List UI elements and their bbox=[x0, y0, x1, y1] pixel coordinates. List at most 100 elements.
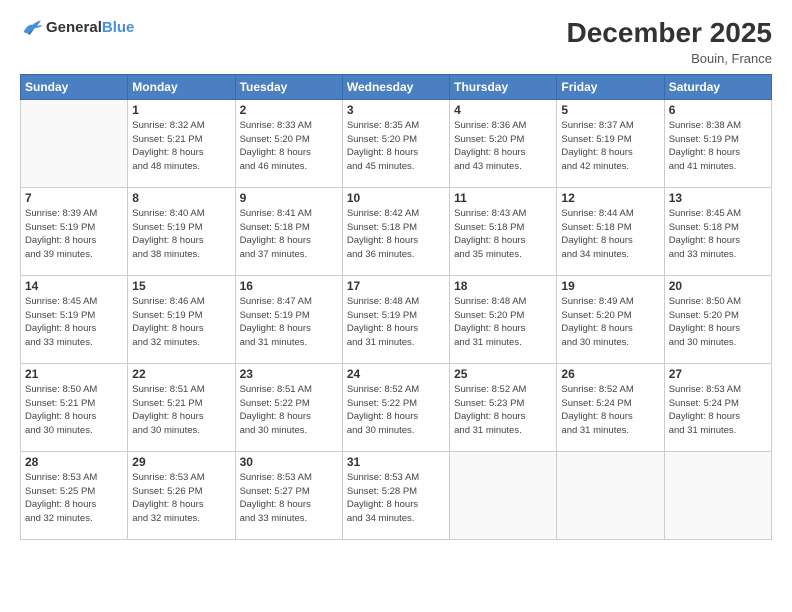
table-row: 20Sunrise: 8:50 AMSunset: 5:20 PMDayligh… bbox=[664, 275, 771, 363]
day-number: 30 bbox=[240, 455, 338, 469]
table-row: 9 Sunrise: 8:41 AMSunset: 5:18 PMDaylight… bbox=[235, 187, 342, 275]
table-row: 4 Sunrise: 8:36 AMSunset: 5:20 PMDaylight… bbox=[450, 99, 557, 187]
day-number: 17 bbox=[347, 279, 445, 293]
main-title: December 2025 bbox=[567, 18, 772, 49]
day-info: Sunrise: 8:37 AMSunset: 5:19 PMDaylight:… bbox=[561, 119, 659, 174]
day-number: 22 bbox=[132, 367, 230, 381]
col-thursday: Thursday bbox=[450, 74, 557, 99]
table-row bbox=[21, 99, 128, 187]
table-row: 14 Sunrise: 8:45 AMSunset: 5:19 PMDayligh… bbox=[21, 275, 128, 363]
calendar-week-row: 28Sunrise: 8:53 AMSunset: 5:25 PMDayligh… bbox=[21, 451, 772, 539]
col-monday: Monday bbox=[128, 74, 235, 99]
col-wednesday: Wednesday bbox=[342, 74, 449, 99]
day-number: 28 bbox=[25, 455, 123, 469]
day-info: Sunrise: 8:36 AMSunset: 5:20 PMDaylight:… bbox=[454, 119, 552, 174]
table-row: 15 Sunrise: 8:46 AMSunset: 5:19 PMDayligh… bbox=[128, 275, 235, 363]
day-info: Sunrise: 8:49 AMSunset: 5:20 PMDaylight:… bbox=[561, 295, 659, 350]
day-number: 25 bbox=[454, 367, 552, 381]
day-info: Sunrise: 8:52 AMSunset: 5:23 PMDaylight:… bbox=[454, 383, 552, 438]
table-row: 2 Sunrise: 8:33 AMSunset: 5:20 PMDaylight… bbox=[235, 99, 342, 187]
day-number: 20 bbox=[669, 279, 767, 293]
table-row: 21 Sunrise: 8:50 AMSunset: 5:21 PMDayligh… bbox=[21, 363, 128, 451]
table-row: 5Sunrise: 8:37 AMSunset: 5:19 PMDaylight… bbox=[557, 99, 664, 187]
col-tuesday: Tuesday bbox=[235, 74, 342, 99]
day-number: 8 bbox=[132, 191, 230, 205]
day-number: 15 bbox=[132, 279, 230, 293]
day-info: Sunrise: 8:53 AMSunset: 5:24 PMDaylight:… bbox=[669, 383, 767, 438]
day-number: 10 bbox=[347, 191, 445, 205]
day-info: Sunrise: 8:53 AMSunset: 5:27 PMDaylight:… bbox=[240, 471, 338, 526]
calendar-week-row: 14 Sunrise: 8:45 AMSunset: 5:19 PMDayligh… bbox=[21, 275, 772, 363]
day-number: 9 bbox=[240, 191, 338, 205]
table-row: 17 Sunrise: 8:48 AMSunset: 5:19 PMDayligh… bbox=[342, 275, 449, 363]
day-info: Sunrise: 8:46 AMSunset: 5:19 PMDaylight:… bbox=[132, 295, 230, 350]
logo-icon bbox=[22, 18, 44, 36]
table-row: 1Sunrise: 8:32 AMSunset: 5:21 PMDaylight… bbox=[128, 99, 235, 187]
title-area: December 2025 Bouin, France bbox=[567, 18, 772, 66]
table-row: 11 Sunrise: 8:43 AMSunset: 5:18 PMDayligh… bbox=[450, 187, 557, 275]
logo-blue: Blue bbox=[102, 19, 135, 36]
table-row: 7Sunrise: 8:39 AMSunset: 5:19 PMDaylight… bbox=[21, 187, 128, 275]
day-number: 27 bbox=[669, 367, 767, 381]
header: General Blue December 2025 Bouin, France bbox=[20, 18, 772, 66]
day-number: 2 bbox=[240, 103, 338, 117]
day-number: 31 bbox=[347, 455, 445, 469]
day-number: 4 bbox=[454, 103, 552, 117]
day-info: Sunrise: 8:48 AMSunset: 5:20 PMDaylight:… bbox=[454, 295, 552, 350]
day-info: Sunrise: 8:35 AMSunset: 5:20 PMDaylight:… bbox=[347, 119, 445, 174]
calendar-week-row: 1Sunrise: 8:32 AMSunset: 5:21 PMDaylight… bbox=[21, 99, 772, 187]
day-info: Sunrise: 8:51 AMSunset: 5:22 PMDaylight:… bbox=[240, 383, 338, 438]
day-number: 14 bbox=[25, 279, 123, 293]
day-info: Sunrise: 8:43 AMSunset: 5:18 PMDaylight:… bbox=[454, 207, 552, 262]
table-row: 10 Sunrise: 8:42 AMSunset: 5:18 PMDayligh… bbox=[342, 187, 449, 275]
day-number: 23 bbox=[240, 367, 338, 381]
day-info: Sunrise: 8:50 AMSunset: 5:21 PMDaylight:… bbox=[25, 383, 123, 438]
day-number: 1 bbox=[132, 103, 230, 117]
day-info: Sunrise: 8:38 AMSunset: 5:19 PMDaylight:… bbox=[669, 119, 767, 174]
day-number: 21 bbox=[25, 367, 123, 381]
table-row: 6 Sunrise: 8:38 AMSunset: 5:19 PMDaylight… bbox=[664, 99, 771, 187]
day-info: Sunrise: 8:48 AMSunset: 5:19 PMDaylight:… bbox=[347, 295, 445, 350]
day-info: Sunrise: 8:45 AMSunset: 5:19 PMDaylight:… bbox=[25, 295, 123, 350]
day-info: Sunrise: 8:41 AMSunset: 5:18 PMDaylight:… bbox=[240, 207, 338, 262]
day-info: Sunrise: 8:52 AMSunset: 5:22 PMDaylight:… bbox=[347, 383, 445, 438]
table-row: 28Sunrise: 8:53 AMSunset: 5:25 PMDayligh… bbox=[21, 451, 128, 539]
col-friday: Friday bbox=[557, 74, 664, 99]
logo: General Blue bbox=[20, 18, 134, 36]
day-info: Sunrise: 8:47 AMSunset: 5:19 PMDaylight:… bbox=[240, 295, 338, 350]
day-number: 11 bbox=[454, 191, 552, 205]
day-number: 18 bbox=[454, 279, 552, 293]
day-info: Sunrise: 8:42 AMSunset: 5:18 PMDaylight:… bbox=[347, 207, 445, 262]
table-row: 23 Sunrise: 8:51 AMSunset: 5:22 PMDayligh… bbox=[235, 363, 342, 451]
day-info: Sunrise: 8:45 AMSunset: 5:18 PMDaylight:… bbox=[669, 207, 767, 262]
calendar: Sunday Monday Tuesday Wednesday Thursday… bbox=[20, 74, 772, 540]
table-row: 18 Sunrise: 8:48 AMSunset: 5:20 PMDayligh… bbox=[450, 275, 557, 363]
calendar-header-row: Sunday Monday Tuesday Wednesday Thursday… bbox=[21, 74, 772, 99]
day-number: 26 bbox=[561, 367, 659, 381]
day-number: 3 bbox=[347, 103, 445, 117]
table-row: 30 Sunrise: 8:53 AMSunset: 5:27 PMDayligh… bbox=[235, 451, 342, 539]
day-number: 19 bbox=[561, 279, 659, 293]
table-row: 13 Sunrise: 8:45 AMSunset: 5:18 PMDayligh… bbox=[664, 187, 771, 275]
day-number: 13 bbox=[669, 191, 767, 205]
table-row bbox=[557, 451, 664, 539]
subtitle: Bouin, France bbox=[567, 51, 772, 66]
day-info: Sunrise: 8:39 AMSunset: 5:19 PMDaylight:… bbox=[25, 207, 123, 262]
table-row: 26 Sunrise: 8:52 AMSunset: 5:24 PMDayligh… bbox=[557, 363, 664, 451]
day-info: Sunrise: 8:33 AMSunset: 5:20 PMDaylight:… bbox=[240, 119, 338, 174]
logo-general: General bbox=[46, 19, 102, 36]
col-saturday: Saturday bbox=[664, 74, 771, 99]
table-row: 3 Sunrise: 8:35 AMSunset: 5:20 PMDaylight… bbox=[342, 99, 449, 187]
day-number: 24 bbox=[347, 367, 445, 381]
day-info: Sunrise: 8:53 AMSunset: 5:26 PMDaylight:… bbox=[132, 471, 230, 526]
table-row: 22 Sunrise: 8:51 AMSunset: 5:21 PMDayligh… bbox=[128, 363, 235, 451]
day-number: 6 bbox=[669, 103, 767, 117]
day-info: Sunrise: 8:52 AMSunset: 5:24 PMDaylight:… bbox=[561, 383, 659, 438]
day-info: Sunrise: 8:44 AMSunset: 5:18 PMDaylight:… bbox=[561, 207, 659, 262]
day-info: Sunrise: 8:40 AMSunset: 5:19 PMDaylight:… bbox=[132, 207, 230, 262]
day-info: Sunrise: 8:51 AMSunset: 5:21 PMDaylight:… bbox=[132, 383, 230, 438]
day-number: 29 bbox=[132, 455, 230, 469]
table-row: 19 Sunrise: 8:49 AMSunset: 5:20 PMDayligh… bbox=[557, 275, 664, 363]
table-row: 24 Sunrise: 8:52 AMSunset: 5:22 PMDayligh… bbox=[342, 363, 449, 451]
table-row: 29 Sunrise: 8:53 AMSunset: 5:26 PMDayligh… bbox=[128, 451, 235, 539]
